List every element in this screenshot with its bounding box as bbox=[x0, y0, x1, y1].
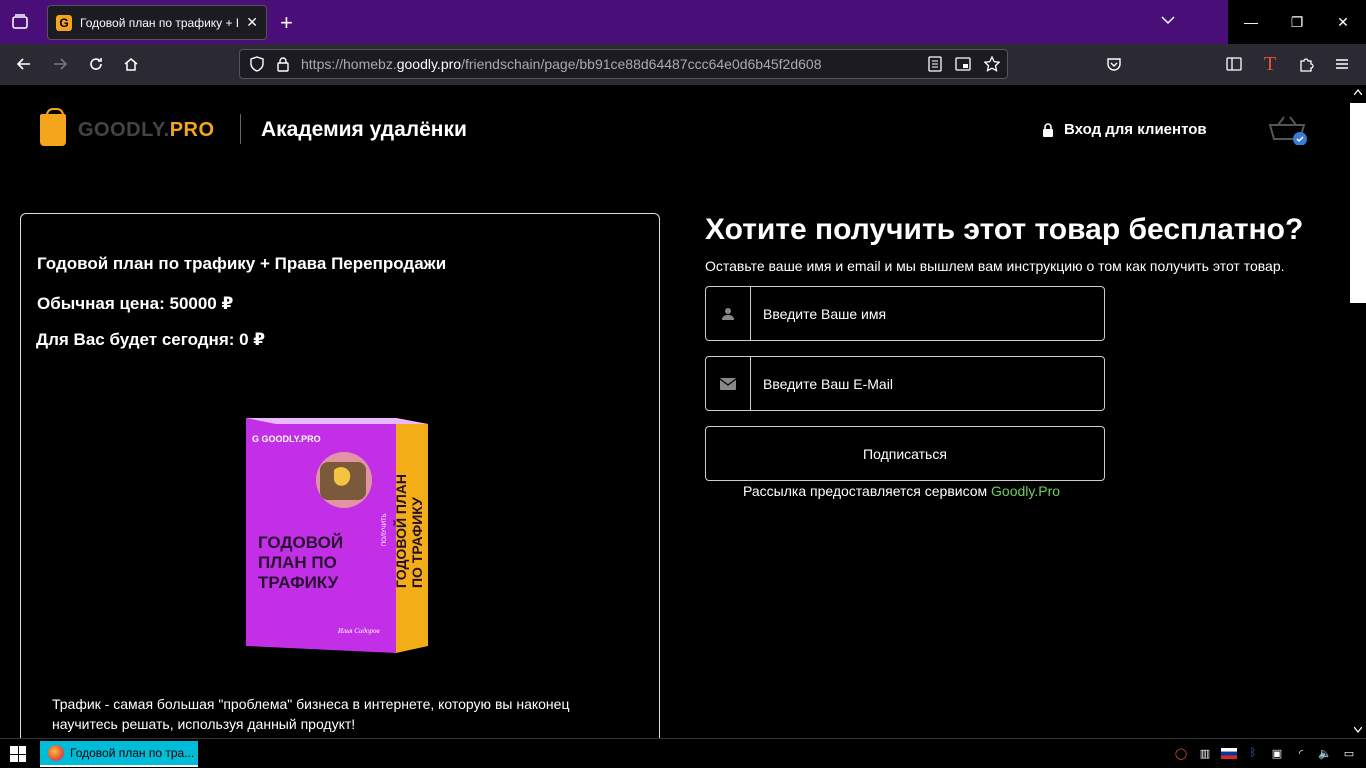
window-close-icon[interactable]: ✕ bbox=[1320, 0, 1366, 44]
svg-text:ПОЛУЧИТЬ: ПОЛУЧИТЬ bbox=[382, 513, 388, 546]
extensions-puzzle-icon[interactable] bbox=[1294, 52, 1318, 76]
svg-text:ПЛАН ПО: ПЛАН ПО bbox=[258, 553, 337, 572]
tracking-shield-icon[interactable] bbox=[249, 56, 265, 72]
client-login-link[interactable]: Вход для клиентов bbox=[1042, 121, 1207, 138]
window-controls: — ❐ ✕ bbox=[1228, 0, 1366, 44]
reload-icon[interactable] bbox=[84, 52, 108, 76]
product-card: Годовой план по трафику + Права Перепрод… bbox=[20, 213, 660, 753]
service-note-text: Рассылка предоставляется сервисом bbox=[743, 483, 992, 499]
user-icon bbox=[706, 287, 751, 340]
firefox-icon bbox=[48, 745, 64, 761]
lock-icon[interactable] bbox=[276, 56, 290, 72]
goodly-logo[interactable]: GOODLY.PRO bbox=[40, 108, 215, 146]
email-input[interactable] bbox=[751, 357, 1104, 410]
picture-in-picture-icon[interactable] bbox=[955, 56, 971, 72]
taskbar-item-label: Годовой план по тра... bbox=[70, 746, 195, 760]
windows-taskbar: Годовой план по тра... ◯ ▥ ᛒ ▣ ◜ 🔈 ▭ bbox=[0, 738, 1366, 768]
taskbar-firefox-item[interactable]: Годовой план по тра... bbox=[40, 741, 198, 767]
today-price: Для Вас будет сегодня: 0 ₽ bbox=[36, 330, 266, 349]
bluetooth-icon[interactable]: ᛒ bbox=[1244, 743, 1262, 763]
url-text[interactable]: https://homebz.goodly.pro/friendschain/p… bbox=[301, 56, 821, 72]
svg-text:Илья Сидоров: Илья Сидоров bbox=[337, 627, 380, 635]
logo-brand-text: GOODLY.PRO bbox=[78, 118, 215, 141]
form-heading: Хотите получить этот товар бесплатно? bbox=[705, 213, 1304, 246]
winrar-tray-icon[interactable]: ▥ bbox=[1196, 743, 1214, 763]
notifications-icon[interactable]: ▭ bbox=[1340, 743, 1358, 763]
minimize-icon[interactable]: — bbox=[1228, 0, 1274, 44]
shopping-basket-icon[interactable] bbox=[1268, 115, 1308, 145]
bookmark-star-icon[interactable] bbox=[984, 56, 1000, 72]
tab-strip: G Годовой план по трафику + П ✕ + — ❐ ✕ bbox=[0, 0, 1366, 44]
product-title: Годовой план по трафику + Права Перепрод… bbox=[37, 254, 447, 273]
svg-text:ПО ТРАФИКУ: ПО ТРАФИКУ bbox=[409, 497, 425, 588]
windows-start-icon[interactable] bbox=[10, 746, 26, 762]
new-tab-icon[interactable]: + bbox=[280, 10, 293, 36]
goodly-favicon-icon: G bbox=[56, 14, 72, 31]
svg-text:ГОДОВОЙ ПЛАН: ГОДОВОЙ ПЛАН bbox=[392, 474, 409, 588]
academy-title: Академия удалёнки bbox=[261, 118, 467, 141]
product-box-image: G GOODLY.PRO ГОДОВОЙ ПЛАН ПО ТРАФИКУ ГОД… bbox=[246, 418, 428, 653]
form-subheading: Оставьте ваше имя и email и мы вышлем ва… bbox=[705, 258, 1285, 274]
update-tray-icon[interactable]: ▣ bbox=[1268, 743, 1286, 763]
volume-icon[interactable]: 🔈 bbox=[1316, 743, 1334, 763]
pocket-icon[interactable] bbox=[1102, 52, 1126, 76]
tab-overview-icon[interactable] bbox=[10, 12, 30, 32]
envelope-icon bbox=[706, 357, 751, 410]
shopping-bag-logo-icon bbox=[40, 108, 66, 146]
regular-price: Обычная цена: 50000 ₽ bbox=[37, 294, 234, 313]
name-field[interactable] bbox=[705, 286, 1105, 341]
system-tray: ◯ ▥ ᛒ ▣ ◜ 🔈 ▭ bbox=[1172, 743, 1358, 763]
reader-view-icon[interactable] bbox=[928, 56, 942, 72]
home-icon[interactable] bbox=[119, 52, 143, 76]
scroll-down-icon[interactable] bbox=[1354, 727, 1362, 733]
russian-flag-icon[interactable] bbox=[1220, 743, 1238, 763]
service-note: Рассылка предоставляется сервисом Goodly… bbox=[743, 483, 1060, 499]
translator-extension-icon[interactable]: T bbox=[1258, 52, 1282, 76]
scrollbar-thumb[interactable] bbox=[1350, 103, 1366, 303]
page-content: GOODLY.PRO Академия удалёнки Вход для кл… bbox=[0, 85, 1350, 753]
opera-tray-icon[interactable]: ◯ bbox=[1172, 743, 1190, 763]
network-wifi-icon[interactable]: ◜ bbox=[1292, 743, 1310, 763]
header-divider bbox=[240, 114, 241, 144]
svg-text:G GOODLY.PRO: G GOODLY.PRO bbox=[252, 434, 321, 444]
product-description: Трафик - самая большая "проблема" бизнес… bbox=[52, 696, 570, 732]
browser-tab[interactable]: G Годовой план по трафику + П ✕ bbox=[47, 5, 267, 40]
back-arrow-icon[interactable] bbox=[12, 52, 36, 76]
url-bar[interactable]: https://homebz.goodly.pro/friendschain/p… bbox=[239, 49, 1008, 79]
padlock-icon bbox=[1043, 122, 1053, 137]
page-scrollbar[interactable] bbox=[1350, 85, 1366, 738]
subscribe-button[interactable]: Подписаться bbox=[705, 426, 1105, 481]
hamburger-menu-icon[interactable] bbox=[1330, 52, 1354, 76]
svg-text:ТРАФИКУ: ТРАФИКУ bbox=[258, 573, 339, 592]
login-label: Вход для клиентов bbox=[1064, 121, 1207, 138]
tab-close-icon[interactable]: ✕ bbox=[246, 14, 258, 31]
scroll-up-icon[interactable] bbox=[1354, 89, 1362, 95]
tab-title: Годовой план по трафику + П bbox=[80, 15, 239, 30]
sidebar-icon[interactable] bbox=[1222, 52, 1246, 76]
forward-arrow-icon[interactable] bbox=[48, 52, 72, 76]
navigation-bar: https://homebz.goodly.pro/friendschain/p… bbox=[0, 44, 1366, 85]
name-input[interactable] bbox=[751, 287, 1104, 340]
goodly-pro-link[interactable]: Goodly.Pro bbox=[991, 483, 1060, 499]
restore-icon[interactable]: ❐ bbox=[1274, 0, 1320, 44]
svg-text:ГОДОВОЙ: ГОДОВОЙ bbox=[258, 533, 343, 552]
list-tabs-chevron-icon[interactable] bbox=[1160, 12, 1176, 28]
email-field[interactable] bbox=[705, 356, 1105, 411]
